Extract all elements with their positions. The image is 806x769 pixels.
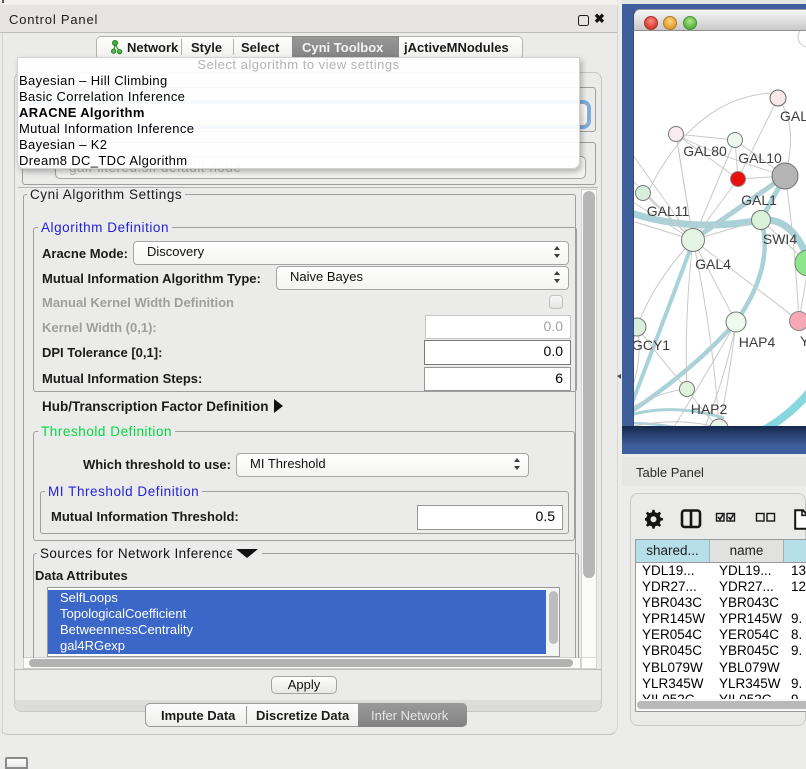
svg-text:GCY1: GCY1 <box>633 337 670 353</box>
svg-text:GAL4: GAL4 <box>695 256 731 272</box>
svg-text:GAL80: GAL80 <box>683 143 727 159</box>
svg-text:GAL10: GAL10 <box>738 150 782 166</box>
svg-text:HAP4: HAP4 <box>739 334 776 350</box>
svg-text:Y: Y <box>800 333 806 349</box>
svg-text:GAL1: GAL1 <box>741 192 777 208</box>
svg-text:GAL: GAL <box>780 108 806 124</box>
svg-text:HAP2: HAP2 <box>691 401 728 417</box>
svg-text:SWI4: SWI4 <box>763 231 797 247</box>
svg-text:GAL11: GAL11 <box>647 203 690 219</box>
